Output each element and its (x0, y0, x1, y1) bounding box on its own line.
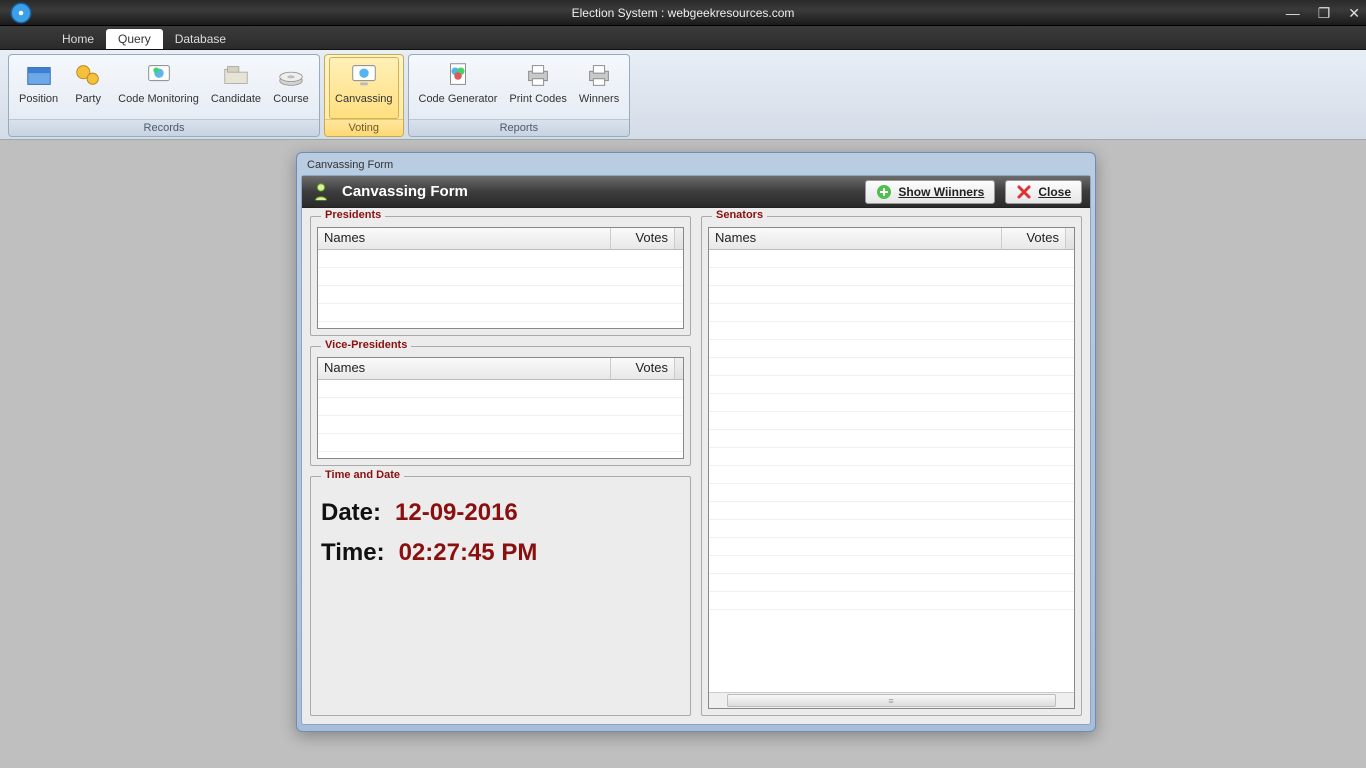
legend: Time and Date (321, 469, 404, 481)
printer-icon (583, 59, 615, 91)
app-orb-icon[interactable] (0, 0, 42, 26)
legend: Presidents (321, 209, 385, 221)
box-icon (23, 59, 55, 91)
time-date-panel: Time and Date Date: 12-09-2016 Time: 02:… (310, 476, 691, 716)
date-value: 12-09-2016 (395, 499, 518, 527)
col-votes[interactable]: Votes (611, 228, 675, 249)
close-form-button[interactable]: Close (1005, 180, 1082, 204)
ribbon-item-course[interactable]: Course (267, 57, 315, 119)
person-icon (310, 181, 332, 203)
tab-database[interactable]: Database (163, 29, 238, 49)
ribbon-group-label: Voting (325, 119, 402, 136)
monitor-icon (143, 59, 175, 91)
ribbon-group-label: Records (9, 119, 319, 136)
ribbon-item-print-codes[interactable]: Print Codes (503, 57, 572, 119)
time-label: Time: (321, 539, 385, 567)
col-votes[interactable]: Votes (1002, 228, 1066, 249)
menubar: Home Query Database (0, 26, 1366, 50)
canvassing-window: Canvassing Form Canvassing Form Show Wii… (296, 152, 1096, 732)
tab-home[interactable]: Home (50, 29, 106, 49)
screen-icon (348, 59, 380, 91)
time-value: 02:27:45 PM (399, 539, 538, 567)
ribbon-item-position[interactable]: Position (13, 57, 64, 119)
col-names[interactable]: Names (709, 228, 1002, 249)
form-header: Canvassing Form Show Wiinners Close (302, 176, 1090, 208)
ribbon-group-records: Position Party Code Monitoring Candidate… (8, 54, 320, 137)
senators-list[interactable]: Names Votes ≡ (708, 227, 1075, 709)
window-caption: Canvassing Form (301, 157, 1091, 175)
senators-panel: Senators Names Votes ≡ (701, 216, 1082, 716)
gears-icon (72, 59, 104, 91)
close-button[interactable]: ✕ (1348, 5, 1360, 22)
folder-icon (220, 59, 252, 91)
presidents-panel: Presidents Names Votes (310, 216, 691, 336)
ribbon-item-code-monitoring[interactable]: Code Monitoring (112, 57, 205, 119)
vice-presidents-panel: Vice-Presidents Names Votes (310, 346, 691, 466)
close-icon (1016, 184, 1032, 200)
ribbon-item-candidate[interactable]: Candidate (205, 57, 267, 119)
doc-icon (442, 59, 474, 91)
legend: Vice-Presidents (321, 339, 411, 351)
ribbon-item-canvassing[interactable]: Canvassing (329, 57, 398, 119)
legend: Senators (712, 209, 767, 221)
horizontal-scrollbar[interactable]: ≡ (709, 692, 1074, 708)
col-votes[interactable]: Votes (611, 358, 675, 379)
printer-icon (522, 59, 554, 91)
minimize-button[interactable]: — (1286, 5, 1300, 21)
ribbon-group-label: Reports (409, 119, 630, 136)
ribbon-item-code-generator[interactable]: Code Generator (413, 57, 504, 119)
show-winners-button[interactable]: Show Wiinners (865, 180, 995, 204)
presidents-list[interactable]: Names Votes (317, 227, 684, 329)
vice-presidents-list[interactable]: Names Votes (317, 357, 684, 459)
form-title: Canvassing Form (342, 183, 855, 200)
plus-circle-icon (876, 184, 892, 200)
date-label: Date: (321, 499, 381, 527)
ribbon-group-reports: Code Generator Print Codes Winners Repor… (408, 54, 631, 137)
tab-query[interactable]: Query (106, 29, 163, 49)
ribbon: Position Party Code Monitoring Candidate… (0, 50, 1366, 140)
ribbon-group-voting: Canvassing Voting (324, 54, 403, 137)
col-names[interactable]: Names (318, 358, 611, 379)
col-names[interactable]: Names (318, 228, 611, 249)
window-title: Election System : webgeekresources.com (572, 6, 795, 20)
ribbon-item-winners[interactable]: Winners (573, 57, 625, 119)
titlebar: Election System : webgeekresources.com —… (0, 0, 1366, 26)
disk-icon (275, 59, 307, 91)
maximize-button[interactable]: ❐ (1318, 5, 1331, 22)
ribbon-item-party[interactable]: Party (64, 57, 112, 119)
